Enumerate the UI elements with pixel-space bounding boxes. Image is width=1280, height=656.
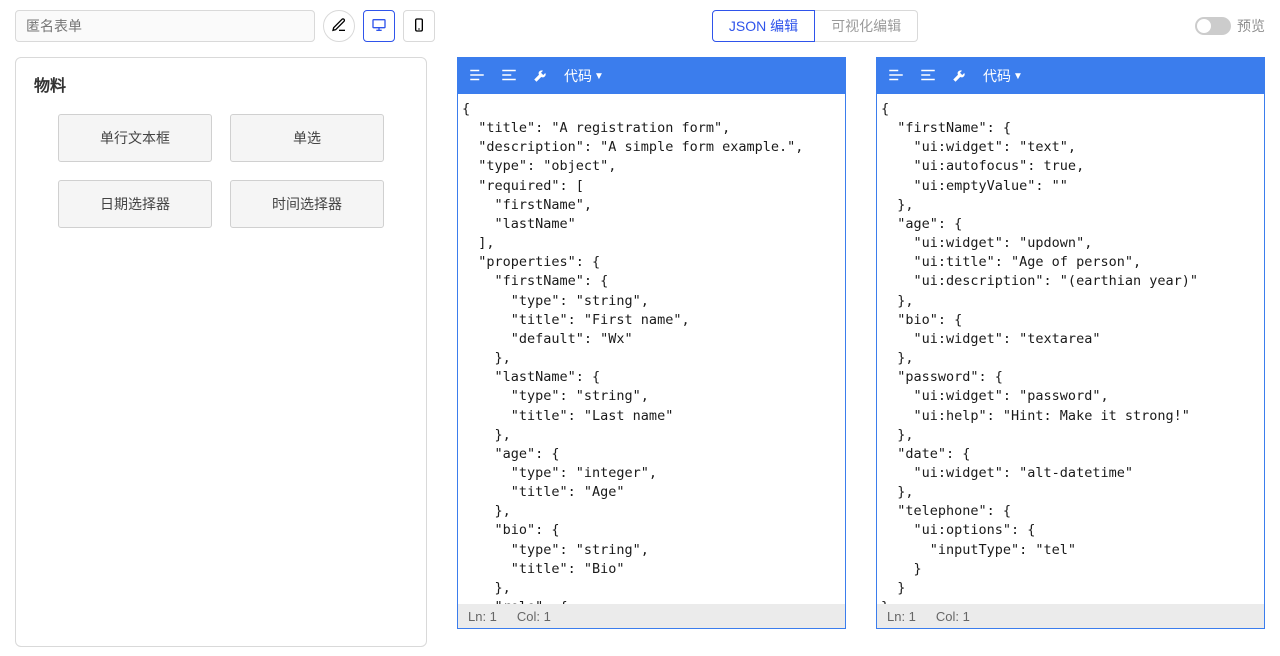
edit-icon-button[interactable] — [323, 10, 355, 42]
editor-content-uischema[interactable]: { "firstName": { "ui:widget": "text", "u… — [877, 94, 1264, 604]
preview-label: 预览 — [1237, 16, 1265, 36]
pencil-icon — [331, 17, 347, 36]
json-editor-uischema: 代码 ▼ { "firstName": { "ui:widget": "text… — [876, 57, 1265, 629]
code-mode-label: 代码 — [564, 66, 592, 86]
editor-mode-tabs: JSON 编辑 可视化编辑 — [712, 10, 918, 42]
main-content: 物料 单行文本框 单选 日期选择器 时间选择器 — [0, 57, 1280, 647]
form-title-input[interactable] — [15, 10, 315, 42]
editor-statusbar: Ln: 1 Col: 1 — [877, 604, 1264, 628]
preview-toggle: 预览 — [1195, 16, 1265, 36]
expand-all-button[interactable] — [468, 66, 486, 87]
editor-toolbar: 代码 ▼ — [458, 58, 845, 94]
editor-content-schema[interactable]: { "title": "A registration form", "descr… — [458, 94, 845, 604]
materials-grid: 单行文本框 单选 日期选择器 时间选择器 — [34, 114, 408, 228]
format-collapse-icon — [919, 66, 937, 87]
repair-button[interactable] — [951, 66, 969, 87]
materials-title: 物料 — [34, 72, 408, 96]
format-expand-icon — [468, 66, 486, 87]
desktop-view-button[interactable] — [363, 10, 395, 42]
format-expand-icon — [887, 66, 905, 87]
repair-button[interactable] — [532, 66, 550, 87]
status-col: Col: 1 — [936, 609, 970, 624]
code-mode-dropdown[interactable]: 代码 ▼ — [983, 66, 1023, 86]
preview-switch[interactable] — [1195, 17, 1231, 35]
materials-panel: 物料 单行文本框 单选 日期选择器 时间选择器 — [15, 57, 427, 647]
chevron-down-icon: ▼ — [594, 71, 604, 82]
code-mode-dropdown[interactable]: 代码 ▼ — [564, 66, 604, 86]
mobile-view-button[interactable] — [403, 10, 435, 42]
mobile-icon — [411, 17, 427, 36]
editor-toolbar: 代码 ▼ — [877, 58, 1264, 94]
format-collapse-icon — [500, 66, 518, 87]
wrench-icon — [951, 66, 969, 87]
material-item-text[interactable]: 单行文本框 — [58, 114, 212, 162]
status-line: Ln: 1 — [468, 609, 497, 624]
wrench-icon — [532, 66, 550, 87]
status-col: Col: 1 — [517, 609, 551, 624]
material-item-time[interactable]: 时间选择器 — [230, 180, 384, 228]
expand-all-button[interactable] — [887, 66, 905, 87]
material-item-radio[interactable]: 单选 — [230, 114, 384, 162]
editors-container: 代码 ▼ { "title": "A registration form", "… — [457, 57, 1265, 647]
material-item-date[interactable]: 日期选择器 — [58, 180, 212, 228]
status-line: Ln: 1 — [887, 609, 916, 624]
collapse-all-button[interactable] — [500, 66, 518, 87]
tab-json-edit[interactable]: JSON 编辑 — [712, 10, 815, 42]
desktop-icon — [371, 17, 387, 36]
tab-visual-edit[interactable]: 可视化编辑 — [815, 10, 918, 42]
json-editor-schema: 代码 ▼ { "title": "A registration form", "… — [457, 57, 846, 629]
collapse-all-button[interactable] — [919, 66, 937, 87]
top-bar: JSON 编辑 可视化编辑 预览 — [0, 0, 1280, 57]
editor-statusbar: Ln: 1 Col: 1 — [458, 604, 845, 628]
code-mode-label: 代码 — [983, 66, 1011, 86]
chevron-down-icon: ▼ — [1013, 71, 1023, 82]
